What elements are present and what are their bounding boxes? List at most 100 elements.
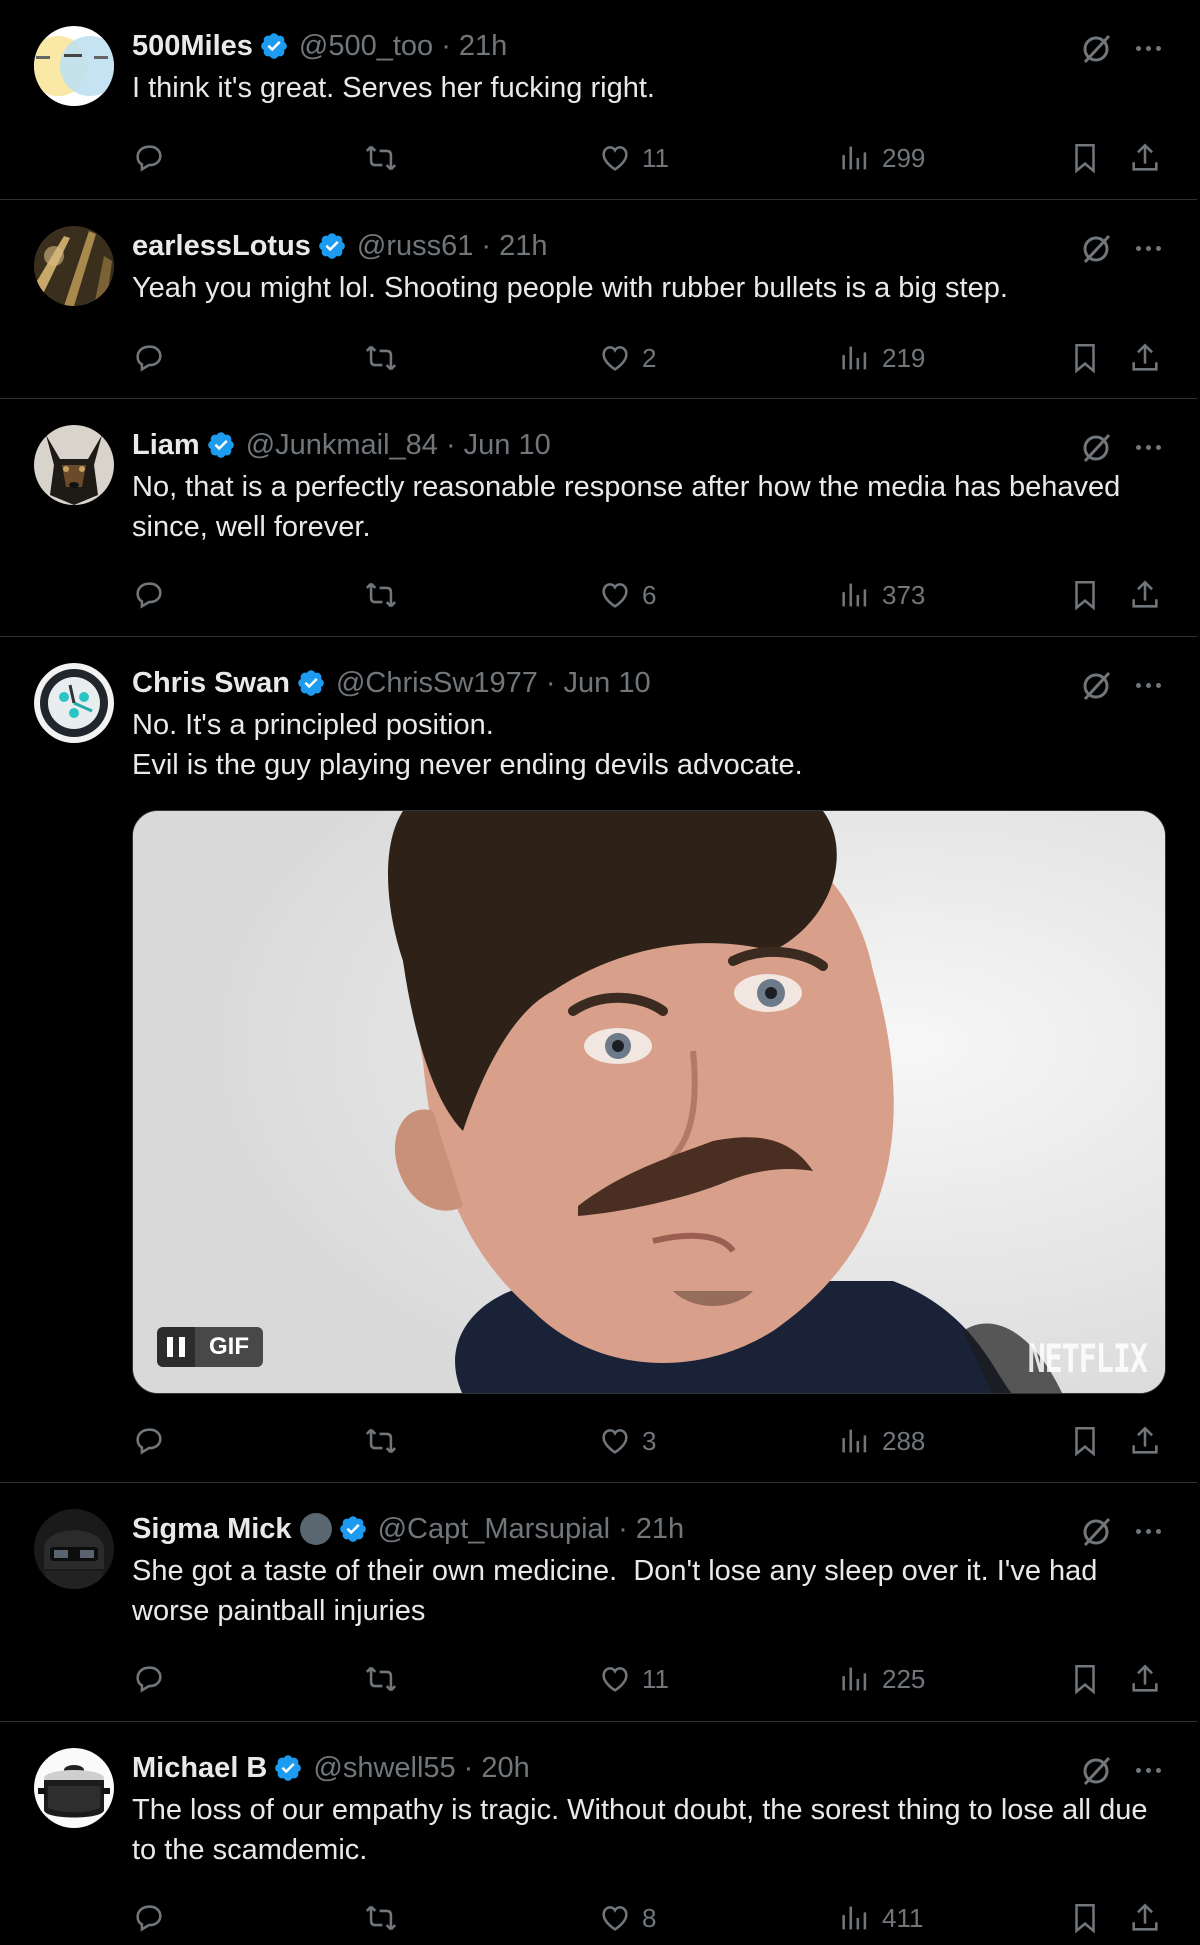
repost-icon [365,1666,397,1692]
action-bar: 3 288 [132,1421,1172,1461]
display-name[interactable]: earlessLotus [132,230,311,263]
handle[interactable]: @ChrisSw1977 [336,667,538,700]
reply-button[interactable] [132,575,166,615]
handle[interactable]: @Junkmail_84 [246,429,438,462]
reply-button[interactable] [132,138,166,178]
action-bar: 11 225 [132,1659,1172,1699]
verified-badge-icon [207,432,234,458]
action-bar: 8 411 [132,1898,1172,1938]
handle[interactable]: @Capt_Marsupial [378,1513,611,1546]
bookmark-button[interactable] [1068,138,1102,178]
post[interactable]: Sigma Mick @Capt_Marsupial · 21h She got… [0,1483,1197,1722]
repost-button[interactable] [364,1659,398,1699]
share-button[interactable] [1128,1898,1162,1938]
pause-icon[interactable] [157,1327,195,1367]
views-button[interactable]: 225 [838,1659,925,1699]
post-text-line: She got a taste of their own medicine. D… [132,1555,1106,1627]
post-header: Liam @Junkmail_84 · Jun 10 [132,425,551,465]
post[interactable]: Liam @Junkmail_84 · Jun 10 No, that is a… [0,399,1197,637]
more-options-icon[interactable] [1128,431,1168,463]
views-icon [842,146,867,170]
avatar[interactable] [34,226,114,306]
grok-icon[interactable] [1078,667,1114,703]
avatar[interactable] [34,663,114,743]
grok-icon[interactable] [1078,1513,1114,1549]
reply-button[interactable] [132,1659,166,1699]
timestamp[interactable]: Jun 10 [564,667,651,700]
more-options-icon[interactable] [1128,32,1168,64]
share-button[interactable] [1128,338,1162,378]
timestamp[interactable]: 21h [636,1513,684,1546]
bookmark-button[interactable] [1068,1421,1102,1461]
post[interactable]: Michael B @shwell55 · 20h The loss of ou… [0,1722,1197,1945]
separator: · [441,29,451,62]
views-button[interactable]: 219 [838,338,925,378]
bookmark-button[interactable] [1068,575,1102,615]
repost-button[interactable] [364,1898,398,1938]
verified-badge-icon [319,233,345,259]
view-count: 373 [882,579,926,610]
like-button[interactable]: 8 [598,1898,656,1938]
view-count: 299 [882,142,926,173]
share-button[interactable] [1128,1659,1162,1699]
handle[interactable]: @russ61 [357,230,473,263]
gif-badge[interactable]: GIF [157,1327,263,1367]
share-button[interactable] [1128,138,1162,178]
grok-icon[interactable] [1078,429,1114,465]
timestamp[interactable]: Jun 10 [464,429,551,462]
post[interactable]: Chris Swan @ChrisSw1977 · Jun 10 No. It'… [0,637,1197,1483]
bookmark-button[interactable] [1068,1659,1102,1699]
display-name[interactable]: Michael B [132,1752,267,1785]
reply-button[interactable] [132,338,166,378]
avatar[interactable] [34,26,114,106]
handle[interactable]: @shwell55 [313,1752,455,1785]
views-button[interactable]: 299 [838,138,925,178]
timestamp[interactable]: 21h [459,30,507,63]
repost-button[interactable] [364,138,398,178]
display-name[interactable]: 500Miles [132,30,253,63]
avatar[interactable] [34,1509,114,1589]
display-name[interactable]: Sigma Mick [132,1513,292,1546]
grok-icon[interactable] [1078,1752,1114,1788]
gif-media[interactable]: GIF NETFLIX [132,810,1166,1394]
repost-button[interactable] [364,1421,398,1461]
display-name[interactable]: Chris Swan [132,667,290,700]
share-button[interactable] [1128,1421,1162,1461]
views-button[interactable]: 288 [838,1421,925,1461]
views-button[interactable]: 411 [838,1898,923,1938]
avatar[interactable] [34,1748,114,1828]
handle[interactable]: @500_too [299,30,433,63]
more-options-icon[interactable] [1128,1515,1168,1547]
post-header: 500Miles @500_too · 21h [132,26,507,66]
action-bar: 6 373 [132,575,1172,615]
reply-icon [136,345,162,372]
grok-icon[interactable] [1078,230,1114,266]
bookmark-button[interactable] [1068,1898,1102,1938]
timestamp[interactable]: 20h [481,1752,529,1785]
reply-button[interactable] [132,1421,166,1461]
like-button[interactable]: 11 [598,1659,669,1699]
repost-button[interactable] [364,575,398,615]
repost-icon [365,345,397,371]
post[interactable]: earlessLotus @russ61 · 21h Yeah you migh… [0,200,1197,399]
more-options-icon[interactable] [1128,232,1168,264]
more-options-icon[interactable] [1128,1754,1168,1786]
gif-frame [133,811,1165,1393]
post[interactable]: 500Miles @500_too · 21h I think it's gre… [0,0,1197,200]
like-button[interactable]: 11 [598,138,669,178]
more-options-icon[interactable] [1128,669,1168,701]
views-button[interactable]: 373 [838,575,925,615]
grok-icon[interactable] [1078,30,1114,66]
like-button[interactable]: 3 [598,1421,656,1461]
repost-button[interactable] [364,338,398,378]
avatar[interactable] [34,425,114,505]
like-button[interactable]: 6 [598,575,656,615]
affiliate-badge-icon[interactable] [299,1513,332,1545]
like-button[interactable]: 2 [598,338,656,378]
reply-button[interactable] [132,1898,166,1938]
display-name[interactable]: Liam [132,429,200,462]
timestamp[interactable]: 21h [499,230,547,263]
bookmark-button[interactable] [1068,338,1102,378]
post-header: Chris Swan @ChrisSw1977 · Jun 10 [132,663,651,703]
share-button[interactable] [1128,575,1162,615]
